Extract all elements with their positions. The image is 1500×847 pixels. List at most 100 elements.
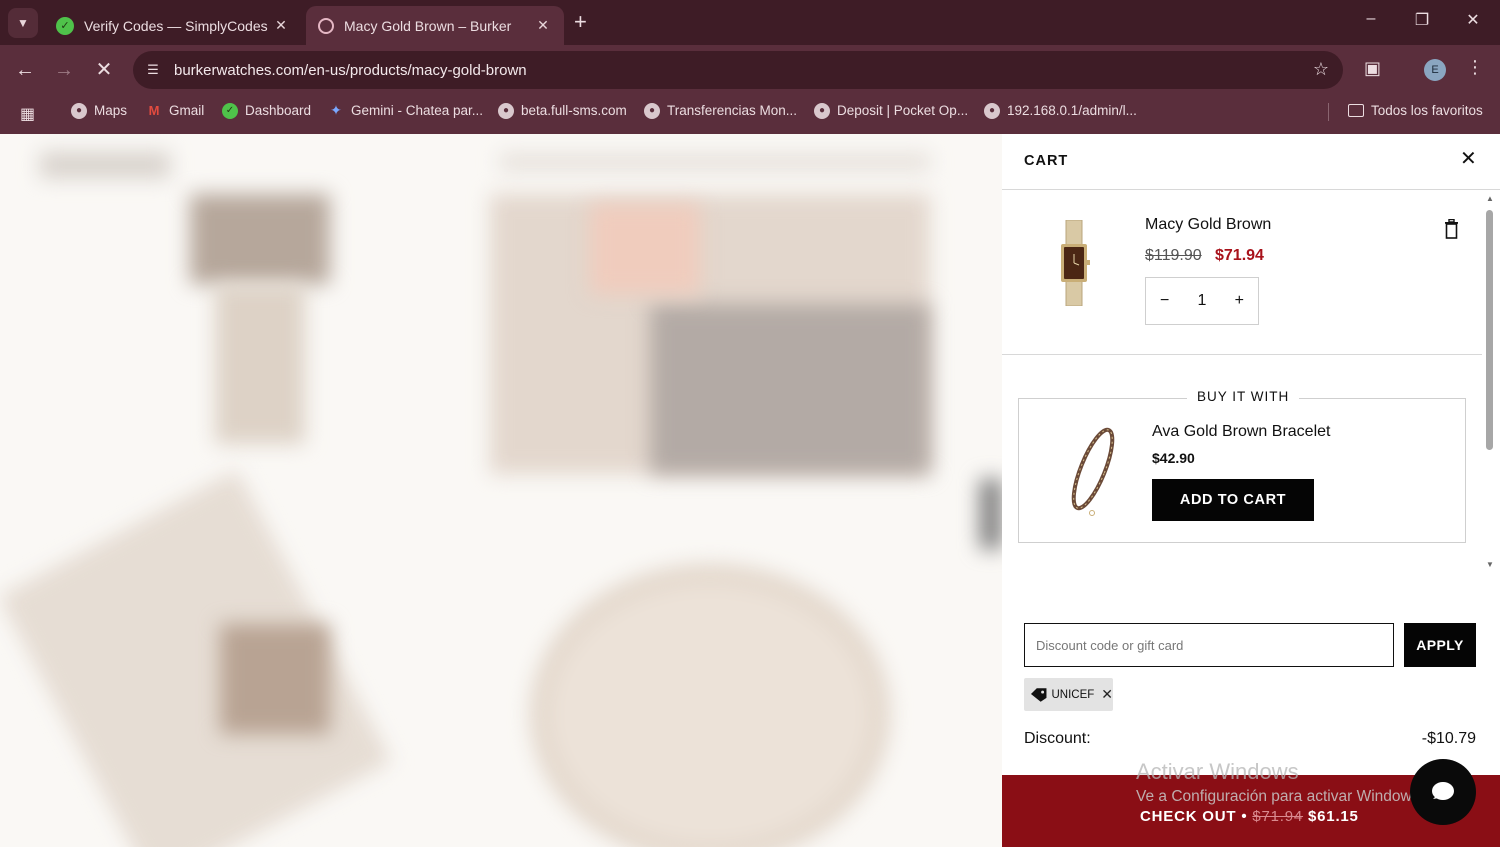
blurred-watch-strap: [215, 284, 305, 444]
cart-item-name[interactable]: Macy Gold Brown: [1145, 216, 1271, 234]
discount-label: Discount:: [1024, 730, 1091, 747]
blurred-logo: [40, 152, 170, 178]
apps-grid-icon[interactable]: ▦: [20, 104, 35, 124]
bookmarks-bar: ▦ ● Maps M Gmail ✓ Dashboard ✦ Gemini - …: [0, 95, 1500, 134]
forward-arrow-icon[interactable]: →: [51, 57, 77, 83]
address-bar[interactable]: ☰ burkerwatches.com/en-us/products/macy-…: [133, 51, 1343, 89]
watch-thumbnail: [1061, 220, 1090, 306]
profile-avatar[interactable]: E: [1424, 59, 1446, 81]
blurred-photo-highlight: [590, 204, 700, 294]
tab-close-icon[interactable]: ✕: [272, 17, 290, 34]
bracelet-thumbnail: [1071, 427, 1115, 516]
applied-discount-chip: UNICEF ✕: [1024, 678, 1113, 711]
check-icon: ✓: [222, 102, 238, 119]
increase-quantity-button[interactable]: +: [1221, 292, 1258, 310]
quantity-stepper: − 1 +: [1145, 277, 1259, 325]
blurred-bracelet: [530, 564, 890, 847]
scroll-down-arrow-icon[interactable]: ▼: [1486, 560, 1494, 569]
globe-icon: ●: [814, 102, 830, 119]
bookmark-label: Deposit | Pocket Op...: [837, 103, 969, 118]
simplycodes-favicon-icon: ✓: [56, 16, 74, 35]
burker-favicon-icon: [318, 17, 334, 34]
bookmark-deposit[interactable]: ● Deposit | Pocket Op...: [814, 95, 968, 126]
close-icon[interactable]: ✕: [1460, 149, 1477, 169]
decrease-quantity-button[interactable]: −: [1146, 292, 1183, 310]
cart-header: CART ✕: [1002, 134, 1500, 190]
blurred-side-element: [980, 479, 1002, 549]
bookmark-router-admin[interactable]: ● 192.168.0.1/admin/l...: [984, 95, 1137, 126]
cart-drawer: CART ✕ Macy Gold Brown $119.90 $71.94 − …: [1002, 134, 1500, 847]
folder-icon: [1348, 104, 1364, 117]
product-page-backdrop: [0, 134, 1002, 847]
tab-strip: ▼ ✓ Verify Codes — SimplyCodes ✕ Macy Go…: [0, 0, 1500, 45]
bookmark-transferencias[interactable]: ● Transferencias Mon...: [644, 95, 797, 126]
blurred-nav: [500, 154, 930, 170]
upsell-product-price: $42.90: [1152, 450, 1195, 466]
bookmark-label: beta.full-sms.com: [521, 103, 627, 118]
add-to-cart-button[interactable]: ADD TO CART: [1152, 479, 1314, 521]
windows-watermark-title: Activar Windows: [1136, 759, 1299, 784]
window-close-icon[interactable]: ✕: [1458, 10, 1488, 30]
checkout-old-total: $71.94: [1252, 807, 1304, 825]
extensions-puzzle-icon[interactable]: ▣: [1364, 58, 1381, 79]
bookmark-label: Maps: [94, 103, 128, 118]
discount-code-input[interactable]: [1024, 623, 1394, 667]
upsell-box: BUY IT WITH Ava Gold Brown Bracelet $42.…: [1018, 389, 1466, 543]
tag-icon: [1030, 687, 1047, 702]
bookmark-maps[interactable]: ● Maps: [71, 95, 127, 126]
bookmark-full-sms[interactable]: ● beta.full-sms.com: [498, 95, 627, 126]
restore-icon[interactable]: ❐: [1407, 10, 1437, 30]
globe-icon: ●: [984, 102, 1000, 119]
more-menu-icon[interactable]: ⋮: [1466, 57, 1484, 78]
site-info-icon[interactable]: ☰: [144, 62, 162, 78]
globe-icon: ●: [498, 102, 514, 119]
minimize-icon[interactable]: –: [1356, 10, 1386, 28]
bookmark-star-icon[interactable]: ☆: [1313, 59, 1329, 80]
cart-line-item: Macy Gold Brown $119.90 $71.94 − 1 +: [1002, 190, 1482, 355]
cart-scrollbar-thumb[interactable]: [1486, 210, 1493, 450]
chat-launcher-button[interactable]: [1410, 759, 1476, 825]
bookmark-label: Gmail: [169, 103, 205, 118]
tab-search-button[interactable]: ▼: [8, 8, 38, 38]
bookmark-gemini[interactable]: ✦ Gemini - Chatea par...: [328, 95, 483, 126]
bookmark-label: Gemini - Chatea par...: [351, 103, 484, 118]
bookmark-dashboard[interactable]: ✓ Dashboard: [222, 95, 311, 126]
remove-discount-icon[interactable]: ✕: [1101, 686, 1113, 703]
gemini-icon: ✦: [330, 102, 342, 118]
tab-simplycodes[interactable]: ✓ Verify Codes — SimplyCodes ✕: [44, 6, 302, 45]
cart-title: CART: [1024, 153, 1069, 169]
stop-loading-icon[interactable]: ✕: [91, 57, 117, 83]
url-text: burkerwatches.com/en-us/products/macy-go…: [174, 61, 527, 79]
back-arrow-icon[interactable]: ←: [12, 57, 38, 83]
blurred-watch-lying: [0, 469, 392, 847]
blurred-watch-top: [190, 194, 330, 284]
scroll-up-arrow-icon[interactable]: ▲: [1486, 194, 1494, 203]
upsell-product-name[interactable]: Ava Gold Brown Bracelet: [1152, 423, 1330, 441]
gmail-icon: M: [148, 103, 160, 118]
checkout-new-total: $61.15: [1308, 807, 1359, 825]
bookmark-gmail[interactable]: M Gmail: [146, 95, 205, 126]
trash-icon[interactable]: [1443, 219, 1460, 239]
all-bookmarks-folder[interactable]: Todos los favoritos: [1348, 95, 1483, 126]
globe-icon: ●: [71, 102, 87, 119]
tab-close-icon[interactable]: ✕: [534, 17, 552, 34]
tab-title: Macy Gold Brown – Burker: [344, 17, 512, 34]
new-tab-button[interactable]: +: [574, 10, 587, 34]
upsell-heading: BUY IT WITH: [1187, 389, 1300, 404]
checkout-label: CHECK OUT •: [1140, 807, 1248, 825]
windows-watermark-subtitle: Ve a Configuración para activar Windows.: [1136, 788, 1424, 805]
chevron-down-icon: ▼: [17, 16, 29, 30]
blurred-watch-face: [220, 624, 330, 734]
cart-item-sale-price: $71.94: [1215, 247, 1264, 264]
bookmark-label: Transferencias Mon...: [667, 103, 798, 118]
globe-icon: ●: [644, 102, 660, 119]
bookmark-label: Dashboard: [245, 103, 312, 118]
discount-amount: -$10.79: [1421, 730, 1476, 747]
apply-discount-button[interactable]: APPLY: [1404, 623, 1476, 667]
tab-burker[interactable]: Macy Gold Brown – Burker ✕: [306, 6, 564, 45]
quantity-value[interactable]: 1: [1183, 292, 1220, 310]
bookmark-label: 192.168.0.1/admin/l...: [1007, 103, 1137, 118]
bookmark-label: Todos los favoritos: [1371, 103, 1483, 118]
chat-bubble-icon: [1432, 782, 1454, 800]
blurred-photo-shadow: [650, 304, 930, 474]
